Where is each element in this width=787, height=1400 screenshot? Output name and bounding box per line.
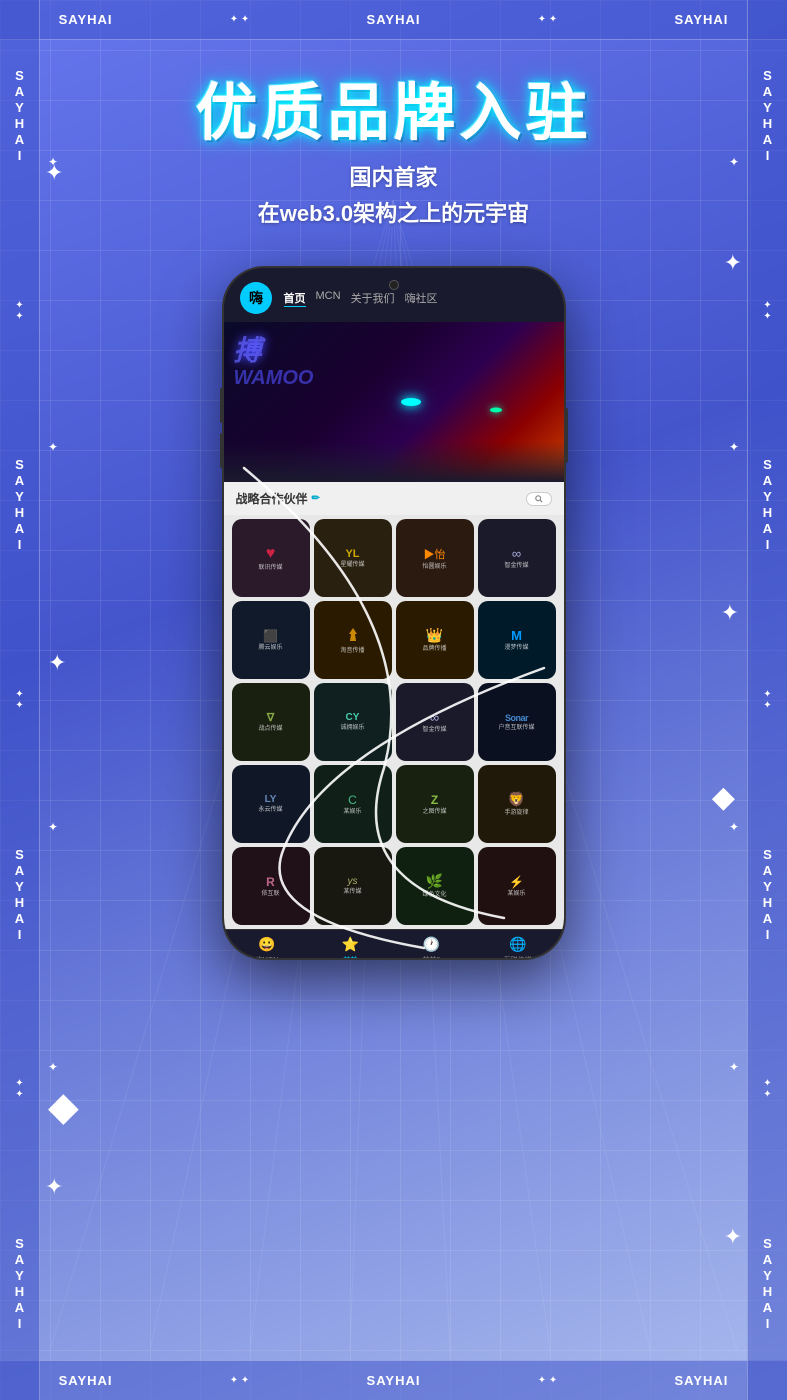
hero-image: 搏 WAMOO	[224, 322, 564, 482]
main-content: 优质品牌入驻 国内首家 在web3.0架构之上的元宇宙 嗨	[40, 40, 747, 1360]
diamond-star-right: ◆	[712, 780, 735, 815]
logo-cell-7[interactable]: 👑 品牌传播	[396, 601, 474, 679]
partners-section-header: 战略合作伙伴 ✏	[224, 482, 564, 515]
logo-cell-19[interactable]: 🌿 绿色文化	[396, 847, 474, 925]
sayhai-top-border: SAYHAI ✦ ✦ SAYHAI ✦ ✦ SAYHAI	[0, 0, 787, 40]
bottom-nav: 😀 嗨MCN ⭐ 某某 🕐 某某2 🌐 互联传媒	[224, 929, 564, 958]
phone-mockup: 嗨 首页 MCN 关于我们 嗨社区 搏 WAMOO	[224, 268, 564, 958]
logo-grid: ♥ 联讯传媒 YL 星耀传媒 ▶怡 怡圆娱乐 ∞ 智金传媒	[224, 515, 564, 929]
sayhai-label-top2: SAYHAI	[367, 12, 421, 27]
sayhai-label-left3: SAYHAI	[12, 847, 27, 943]
phone-frame: 嗨 首页 MCN 关于我们 嗨社区 搏 WAMOO	[224, 268, 564, 958]
logo-cell-9[interactable]: ∇ 战点传媒	[232, 683, 310, 761]
volume-up-button	[220, 388, 224, 423]
sayhai-label-top3: SAYHAI	[674, 12, 728, 27]
sayhai-left-border: SAYHAI ✦✦ SAYHAI ✦✦ SAYHAI ✦✦ SAYHAI	[0, 0, 40, 1400]
sayhai-label-left1: SAYHAI	[12, 68, 27, 164]
subtitle-2: 在web3.0架构之上的元宇宙	[195, 196, 591, 228]
logo-cell-3[interactable]: ▶怡 怡圆娱乐	[396, 519, 474, 597]
logo-icon-6	[343, 626, 363, 646]
small-star-2: ✦	[48, 440, 58, 454]
small-star-6: ✦	[729, 440, 739, 454]
heading-area: 优质品牌入驻 国内首家 在web3.0架构之上的元宇宙	[195, 80, 591, 228]
subtitle-1: 国内首家	[195, 160, 591, 192]
volume-down-button	[220, 433, 224, 468]
search-icon	[535, 495, 543, 503]
power-button	[564, 408, 568, 463]
small-star-7: ✦	[729, 820, 739, 834]
sayhai-label-right3: SAYHAI	[760, 847, 775, 943]
sayhai-label-right4: SAYHAI	[760, 1236, 775, 1332]
corner-star-br: ✦	[724, 1224, 742, 1250]
search-box[interactable]	[526, 492, 552, 506]
logo-cell-18[interactable]: ys 某传媒	[314, 847, 392, 925]
phone-screen: 嗨 首页 MCN 关于我们 嗨社区 搏 WAMOO	[224, 268, 564, 958]
diamond-star-left: ◆	[48, 1084, 79, 1130]
logo-cell-1[interactable]: ♥ 联讯传媒	[232, 519, 310, 597]
small-star-5: ✦	[729, 155, 739, 169]
logo-cell-11[interactable]: ∞ 智金传媒	[396, 683, 474, 761]
sayhai-label-right2: SAYHAI	[760, 457, 775, 553]
logo-cell-8[interactable]: M 漫梦传媒	[478, 601, 556, 679]
camera-notch	[389, 280, 399, 290]
logo-cell-sonar[interactable]: Sonar 户音互联传媒	[478, 683, 556, 761]
logo-cell-20[interactable]: ⚡ 某娱乐	[478, 847, 556, 925]
partners-title: 战略合作伙伴 ✏	[236, 490, 320, 507]
sayhai-right-border: SAYHAI ✦✦ SAYHAI ✦✦ SAYHAI ✦✦ SAYHAI	[747, 0, 787, 1400]
corner-star-ml: ✦	[48, 650, 66, 676]
corner-star-tr: ✦	[724, 250, 742, 276]
sayhai-label-left2: SAYHAI	[12, 457, 27, 553]
logo-cell-17[interactable]: R 依互联	[232, 847, 310, 925]
nav-link-mcn[interactable]: MCN	[316, 290, 341, 307]
small-star-8: ✦	[729, 1060, 739, 1074]
logo-cell-10[interactable]: CY 诚拥娱乐	[314, 683, 392, 761]
bottom-nav-item-1[interactable]: 😀 嗨MCN	[255, 936, 278, 958]
logo-cell-15[interactable]: Z 之图传媒	[396, 765, 474, 843]
svg-text:嗨: 嗨	[249, 290, 263, 306]
logo-cell-4[interactable]: ∞ 智金传媒	[478, 519, 556, 597]
nav-link-community[interactable]: 嗨社区	[405, 290, 438, 307]
logo-cell-14[interactable]: C 某娱乐	[314, 765, 392, 843]
logo-cell-13[interactable]: LY 永云传媒	[232, 765, 310, 843]
logo-cell-2[interactable]: YL 星耀传媒	[314, 519, 392, 597]
corner-star-mr: ✦	[721, 600, 739, 626]
main-title: 优质品牌入驻	[195, 80, 591, 148]
logo-cell-16[interactable]: 🦁 手游旋律	[478, 765, 556, 843]
small-star-3: ✦	[48, 820, 58, 834]
app-logo: 嗨	[240, 282, 272, 314]
app-navbar: 嗨 首页 MCN 关于我们 嗨社区	[224, 268, 564, 322]
corner-star-bl: ✦	[45, 1174, 63, 1200]
sayhai-label-bot2: SAYHAI	[367, 1373, 421, 1388]
hero-glow-2	[490, 408, 502, 413]
sayhai-label-bot1: SAYHAI	[59, 1373, 113, 1388]
sayhai-bottom-border: SAYHAI ✦ ✦ SAYHAI ✦ ✦ SAYHAI	[0, 1360, 787, 1400]
sayhai-label-bot3: SAYHAI	[674, 1373, 728, 1388]
hero-overlay-text: 搏	[234, 337, 262, 365]
small-star-4: ✦	[48, 1060, 58, 1074]
sayhai-label-right1: SAYHAI	[760, 68, 775, 164]
sayhai-label-left4: SAYHAI	[12, 1236, 27, 1332]
sayhai-label-top1: SAYHAI	[59, 12, 113, 27]
hero-glow-1	[401, 398, 421, 406]
nav-link-about[interactable]: 关于我们	[351, 290, 395, 307]
nav-link-home[interactable]: 首页	[284, 290, 306, 307]
bottom-nav-item-4[interactable]: 🌐 互联传媒	[504, 936, 532, 958]
bottom-nav-item-2[interactable]: ⭐ 某某	[342, 936, 359, 958]
logo-cell-5[interactable]: ⬛ 腾云娱乐	[232, 601, 310, 679]
small-star-1: ✦	[48, 155, 58, 169]
bottom-nav-item-3[interactable]: 🕐 某某2	[422, 936, 440, 958]
logo-cell-6[interactable]: 淘音传播	[314, 601, 392, 679]
nav-links: 首页 MCN 关于我们 嗨社区	[284, 290, 438, 307]
